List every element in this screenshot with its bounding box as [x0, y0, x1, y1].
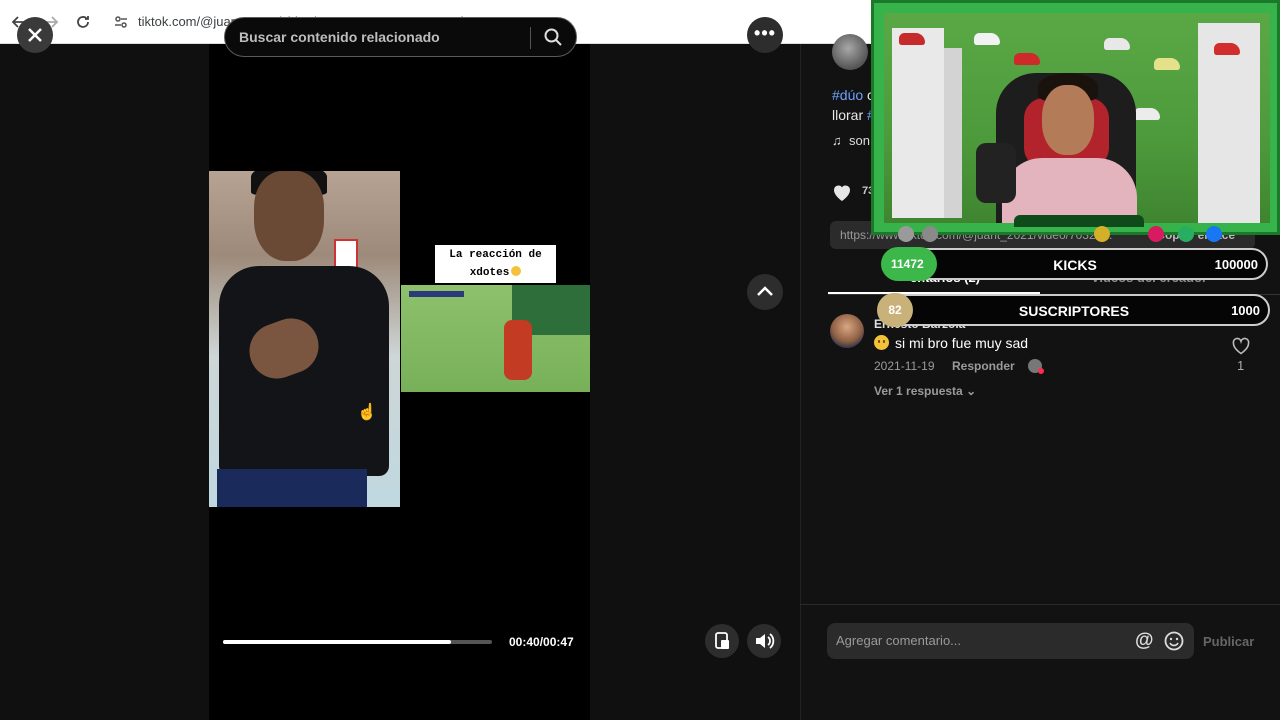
- duet-right-video: [401, 285, 590, 392]
- video-progress-fill: [223, 640, 451, 644]
- volume-button[interactable]: [747, 624, 781, 658]
- streamer-webcam-overlay: [871, 0, 1280, 235]
- webcam-feed: [884, 13, 1270, 223]
- video-description-line1: #dúo c: [832, 87, 875, 103]
- comment-date: 2021-11-19: [874, 359, 935, 373]
- comment-input[interactable]: Agregar comentario...: [836, 633, 961, 648]
- comment-input-box[interactable]: Agregar comentario... @: [827, 623, 1194, 659]
- more-options-button[interactable]: •••: [747, 17, 783, 53]
- reply-button[interactable]: Responder: [952, 359, 1015, 373]
- author-avatar[interactable]: [832, 34, 868, 70]
- reload-icon[interactable]: [73, 12, 93, 32]
- video-description-line2: llorar #: [832, 107, 875, 123]
- mention-at-icon[interactable]: @: [1135, 630, 1154, 652]
- kicks-goal: 100000: [1214, 257, 1258, 272]
- video-time: 00:40/00:47: [509, 635, 574, 649]
- hashtag-link[interactable]: #dúo: [832, 87, 863, 103]
- subscribers-goal: 1000: [1231, 303, 1260, 318]
- view-replies-button[interactable]: Ver 1 respuesta ⌄: [874, 384, 976, 398]
- video-progress-bar[interactable]: [223, 640, 492, 644]
- music-note-icon: ♫: [832, 133, 842, 148]
- mouse-pointer-icon: ☝: [357, 404, 377, 421]
- comment-like-heart-icon[interactable]: [1231, 337, 1251, 355]
- related-search-bar[interactable]: Buscar contenido relacionado: [224, 17, 577, 57]
- chevron-down-icon: ⌄: [966, 384, 977, 398]
- floating-player-button[interactable]: [705, 624, 739, 658]
- caption-line-1: La reacción de: [449, 249, 542, 261]
- creator-liked-avatar: [1028, 359, 1044, 374]
- sad-face-emoji-icon: [874, 335, 889, 350]
- close-button[interactable]: [17, 17, 53, 53]
- publish-button[interactable]: Publicar: [1203, 634, 1254, 649]
- commenter-avatar[interactable]: [830, 314, 864, 348]
- comment-like-count: 1: [1237, 358, 1245, 373]
- emoji-icon[interactable]: [1163, 630, 1185, 652]
- subscribers-label: SUSCRIPTORES: [1018, 303, 1130, 319]
- video-caption-overlay: La reacción de xdotes: [435, 245, 556, 283]
- like-heart-icon[interactable]: [830, 180, 854, 204]
- search-divider: [530, 27, 531, 49]
- subscribers-goal-bar: 82 SUSCRIPTORES 1000: [877, 293, 1270, 327]
- kicks-goal-bar: 11472 KICKS 100000: [881, 247, 1268, 281]
- duet-left-video: [209, 171, 400, 507]
- music-link[interactable]: ♫ son: [832, 133, 870, 148]
- search-input[interactable]: Buscar contenido relacionado: [239, 29, 440, 45]
- search-icon[interactable]: [543, 27, 563, 47]
- comment-text: si mi bro fue muy sad: [874, 335, 1028, 351]
- caption-line-2: xdotes: [469, 267, 510, 279]
- kicks-label: KICKS: [1053, 257, 1097, 273]
- previous-video-button[interactable]: [747, 274, 783, 310]
- site-info-icon[interactable]: [112, 13, 130, 31]
